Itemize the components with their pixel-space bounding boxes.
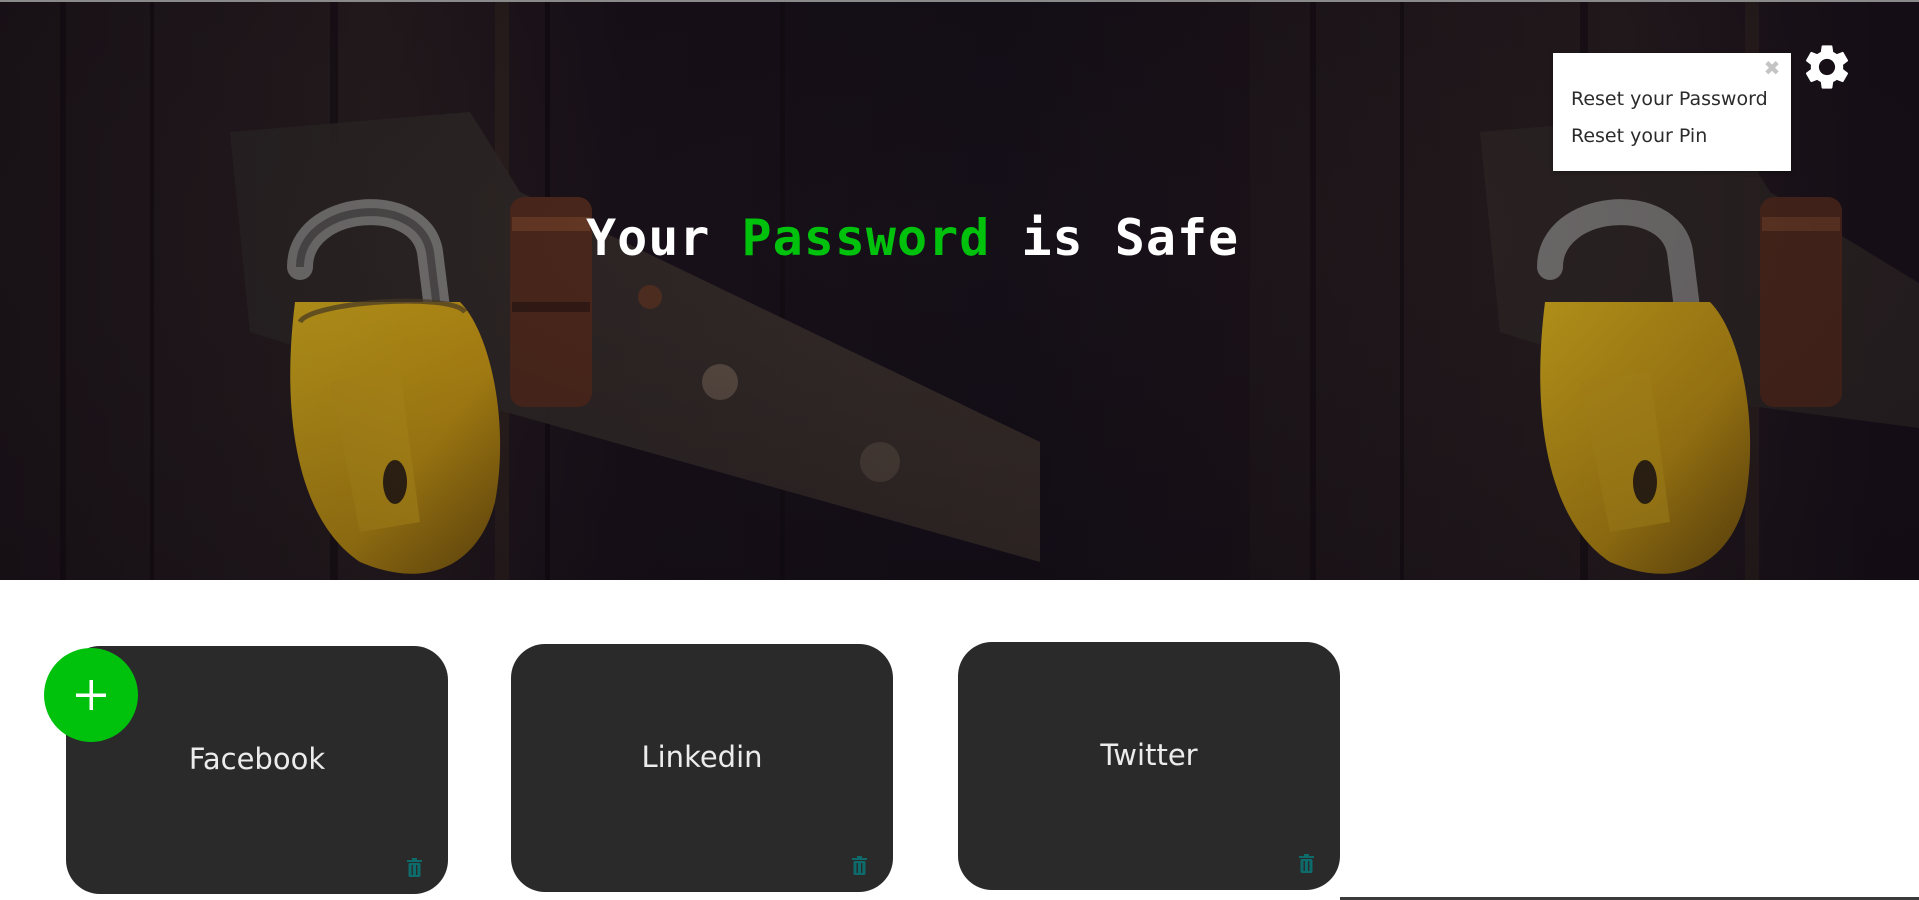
- trash-icon[interactable]: [407, 858, 422, 877]
- card-label: Linkedin: [641, 740, 763, 774]
- trash-icon[interactable]: [852, 856, 867, 875]
- hero-title-accent: Password: [741, 209, 991, 267]
- trash-icon[interactable]: [1299, 854, 1314, 873]
- gear-icon[interactable]: [1800, 40, 1854, 94]
- reset-password-link[interactable]: Reset your Password: [1571, 88, 1768, 110]
- add-button[interactable]: [44, 648, 138, 742]
- hero-title-suffix: is Safe: [990, 209, 1240, 267]
- card-label: Twitter: [1100, 738, 1198, 772]
- card-twitter[interactable]: Twitter: [958, 642, 1340, 890]
- settings-popup: ✖ Reset your Password Reset your Pin: [1553, 53, 1791, 171]
- plus-icon: [76, 680, 106, 710]
- card-label: Facebook: [188, 742, 326, 776]
- page: Your Password is Safe ✖ Reset your Passw…: [0, 0, 1919, 900]
- card-linkedin[interactable]: Linkedin: [511, 644, 893, 892]
- reset-pin-link[interactable]: Reset your Pin: [1571, 125, 1707, 147]
- close-icon[interactable]: ✖: [1761, 57, 1783, 79]
- hero-title: Your Password is Safe: [586, 209, 1239, 267]
- hero-title-prefix: Your: [586, 209, 742, 267]
